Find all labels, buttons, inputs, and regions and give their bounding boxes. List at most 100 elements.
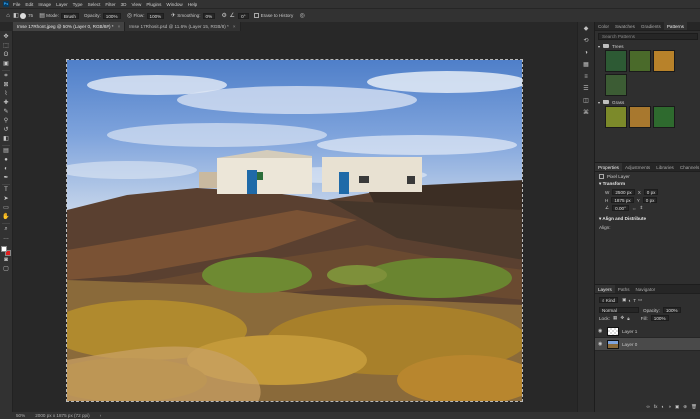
erase-history-checkbox[interactable] xyxy=(253,13,259,18)
pressure-size-icon[interactable]: ◎ xyxy=(298,12,306,20)
smoothing-field[interactable]: 0% xyxy=(202,12,216,19)
quick-mask-icon[interactable]: ◙ xyxy=(2,256,11,265)
filter-kind-dropdown[interactable]: ⌕ Kind xyxy=(599,297,619,303)
tab-adjustments[interactable]: Adjustments xyxy=(622,163,653,171)
tab-gradients[interactable]: Gradients xyxy=(638,22,664,30)
menu-file[interactable]: File xyxy=(13,2,20,7)
layers-icon[interactable]: ◫ xyxy=(581,96,591,106)
move-tool-icon[interactable]: ✥ xyxy=(2,33,11,42)
menu-help[interactable]: Help xyxy=(188,2,197,7)
history-icon[interactable]: ⟲ xyxy=(581,36,591,46)
filter-adjust-icon[interactable]: ◐ xyxy=(628,298,631,303)
screen-mode-icon[interactable]: ▢ xyxy=(2,265,11,274)
blur-tool-icon[interactable]: ● xyxy=(2,156,11,165)
menu-layer[interactable]: Layer xyxy=(56,2,68,7)
add-mask-icon[interactable]: ◐ xyxy=(661,404,664,410)
brush-size-picker[interactable]: 75 xyxy=(20,12,33,19)
menu-type[interactable]: Type xyxy=(73,2,83,7)
eraser-preset-icon[interactable]: ◧ xyxy=(12,12,20,20)
menu-select[interactable]: Select xyxy=(88,2,101,7)
photoshop-logo-icon[interactable]: Ps xyxy=(3,1,9,7)
clone-stamp-tool-icon[interactable]: ⚲ xyxy=(2,117,11,126)
menu-view[interactable]: View xyxy=(131,2,141,7)
lasso-tool-icon[interactable]: ʘ xyxy=(2,51,11,60)
zoom-level[interactable]: 50% xyxy=(16,413,25,418)
brush-tool-icon[interactable]: ✎ xyxy=(2,108,11,117)
lock-pixels-icon[interactable]: ▦ xyxy=(613,315,617,321)
brush-settings-icon[interactable]: ▤ xyxy=(38,12,46,20)
gradient-tool-icon[interactable]: ▤ xyxy=(2,147,11,156)
history-brush-tool-icon[interactable]: ↺ xyxy=(2,126,11,135)
menu-filter[interactable]: Filter xyxy=(105,2,115,7)
color-icon[interactable]: ◑ xyxy=(581,48,591,58)
paths-icon[interactable]: ⌘ xyxy=(581,108,591,118)
pattern-group-trees[interactable]: ▾ Trees xyxy=(595,42,700,50)
crop-tool-icon[interactable]: ⌗ xyxy=(2,72,11,81)
menu-window[interactable]: Window xyxy=(166,2,182,7)
opacity-field[interactable]: 100% xyxy=(102,12,121,19)
document-canvas[interactable] xyxy=(66,59,523,402)
visibility-eye-icon[interactable]: ◉ xyxy=(598,328,604,334)
pattern-thumb[interactable] xyxy=(653,50,675,72)
fx-icon[interactable]: fx xyxy=(654,404,658,410)
pattern-thumb[interactable] xyxy=(629,106,651,128)
tab-patterns[interactable]: Patterns xyxy=(663,22,687,30)
height-field[interactable]: 1875 px xyxy=(611,197,634,203)
tab-layers[interactable]: Layers xyxy=(595,285,615,293)
link-layers-icon[interactable]: ∞ xyxy=(647,404,650,410)
tab-swatches[interactable]: Swatches xyxy=(612,22,638,30)
pattern-group-grass[interactable]: ▾ Grass xyxy=(595,98,700,106)
pattern-thumb[interactable] xyxy=(605,50,627,72)
lock-position-icon[interactable]: ✥ xyxy=(620,315,624,321)
layer-row-layer-0[interactable]: ◉ Layer 0 xyxy=(595,338,700,351)
artboard-tool-icon[interactable]: ⬚ xyxy=(2,42,11,51)
smoothing-settings-icon[interactable]: ⚙ xyxy=(220,12,228,20)
lock-all-icon[interactable]: 🔒︎ xyxy=(627,316,629,321)
menu-plugins[interactable]: Plugins xyxy=(146,2,161,7)
dodge-tool-icon[interactable]: ◐ xyxy=(2,165,11,174)
eyedropper-tool-icon[interactable]: ⌇ xyxy=(2,90,11,99)
status-menu-arrow-icon[interactable]: › xyxy=(100,413,102,418)
properties-icon[interactable]: ≡ xyxy=(581,72,591,82)
menu-3d[interactable]: 3D xyxy=(121,2,127,7)
frame-tool-icon[interactable]: ⊠ xyxy=(2,81,11,90)
swatches-icon[interactable]: ▦ xyxy=(581,60,591,70)
menu-image[interactable]: Image xyxy=(38,2,51,7)
more-tools-icon[interactable]: … xyxy=(2,234,11,243)
mode-dropdown[interactable]: Brush xyxy=(60,12,79,19)
transform-heading[interactable]: ▾ Transform xyxy=(595,180,700,188)
tab-document-1[interactable]: Imse 17Rhont.jpeg @ 50% (Layer 0, RGB/8#… xyxy=(13,22,126,31)
pressure-opacity-icon[interactable]: ◎ xyxy=(126,12,134,20)
filter-shape-icon[interactable]: ▭ xyxy=(638,297,642,303)
align-heading[interactable]: ▾ Align and Distribute xyxy=(595,215,700,223)
close-icon[interactable]: × xyxy=(233,24,236,29)
delete-icon[interactable]: 🗑 xyxy=(691,404,697,410)
rectangle-tool-icon[interactable]: ▭ xyxy=(2,204,11,213)
pattern-search-input[interactable]: Search Patterns xyxy=(598,33,698,40)
group-icon[interactable]: ▣ xyxy=(675,404,679,410)
menu-edit[interactable]: Edit xyxy=(25,2,33,7)
close-icon[interactable]: × xyxy=(118,24,121,29)
filter-pixel-icon[interactable]: ▣ xyxy=(622,297,626,303)
y-field[interactable]: 0 px xyxy=(642,197,658,203)
pen-tool-icon[interactable]: ✒ xyxy=(2,174,11,183)
tab-color[interactable]: Color xyxy=(595,22,612,30)
fill-field[interactable]: 100% xyxy=(650,315,669,321)
new-layer-icon[interactable]: ⊕ xyxy=(683,404,687,410)
layer-row-layer-1[interactable]: ◉ Layer 1 xyxy=(595,325,700,338)
tab-properties[interactable]: Properties xyxy=(595,163,622,171)
visibility-eye-icon[interactable]: ◉ xyxy=(598,341,604,347)
eraser-tool-icon[interactable]: ◧ xyxy=(2,135,11,144)
pattern-thumb[interactable] xyxy=(605,74,627,96)
pattern-thumb[interactable] xyxy=(629,50,651,72)
home-icon[interactable]: ⌂ xyxy=(4,12,12,20)
path-select-tool-icon[interactable]: ➤ xyxy=(2,195,11,204)
adjust-icon[interactable]: ☰ xyxy=(581,84,591,94)
tab-libraries[interactable]: Libraries xyxy=(653,163,677,171)
foreground-color-swatch[interactable] xyxy=(1,246,7,252)
pattern-thumb[interactable] xyxy=(605,106,627,128)
width-field[interactable]: 2500 px xyxy=(612,189,635,195)
spot-healing-tool-icon[interactable]: ✚ xyxy=(2,99,11,108)
flow-field[interactable]: 100% xyxy=(146,12,165,19)
hand-tool-icon[interactable]: ✋ xyxy=(2,213,11,222)
